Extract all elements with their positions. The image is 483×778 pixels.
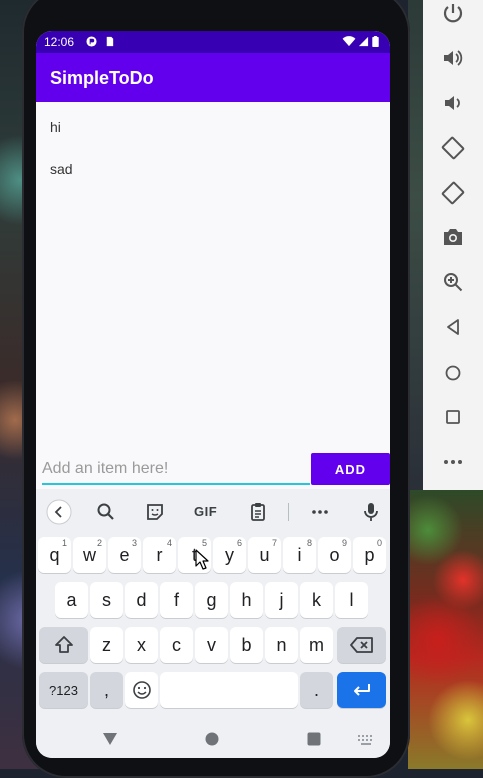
overview-icon[interactable] bbox=[441, 405, 465, 429]
home-circle-icon[interactable] bbox=[205, 732, 219, 746]
app-title: SimpleToDo bbox=[50, 68, 154, 88]
more-options-icon[interactable] bbox=[307, 499, 333, 525]
key-s[interactable]: s bbox=[90, 582, 123, 618]
key-i[interactable]: i8 bbox=[283, 537, 316, 573]
key-n[interactable]: n bbox=[265, 627, 298, 663]
key-e[interactable]: e3 bbox=[108, 537, 141, 573]
key-f[interactable]: f bbox=[160, 582, 193, 618]
new-item-input[interactable] bbox=[42, 457, 302, 481]
emulator-toolbar bbox=[423, 0, 483, 490]
list-item[interactable]: sad bbox=[50, 161, 73, 177]
key-h[interactable]: h bbox=[230, 582, 263, 618]
key-d[interactable]: d bbox=[125, 582, 158, 618]
enter-key[interactable] bbox=[337, 672, 386, 708]
key-b[interactable]: b bbox=[230, 627, 263, 663]
key-x[interactable]: x bbox=[125, 627, 158, 663]
comma-key[interactable]: , bbox=[90, 672, 123, 708]
more-icon[interactable] bbox=[441, 450, 465, 474]
key-g[interactable]: g bbox=[195, 582, 228, 618]
microphone-icon[interactable] bbox=[358, 499, 384, 525]
key-c[interactable]: c bbox=[160, 627, 193, 663]
key-z[interactable]: z bbox=[90, 627, 123, 663]
key-q[interactable]: q1 bbox=[38, 537, 71, 573]
key-p[interactable]: p0 bbox=[353, 537, 386, 573]
back-icon[interactable] bbox=[441, 315, 465, 339]
system-nav-bar bbox=[36, 725, 390, 758]
backspace-key[interactable] bbox=[337, 627, 386, 663]
emoji-icon bbox=[132, 681, 151, 699]
cell-signal-icon bbox=[358, 36, 369, 47]
key-k[interactable]: k bbox=[300, 582, 333, 618]
symbols-key[interactable]: ?123 bbox=[39, 672, 88, 708]
recents-square-icon[interactable] bbox=[307, 732, 321, 746]
keyboard-switch-icon[interactable] bbox=[358, 735, 374, 745]
mouse-cursor-icon bbox=[195, 549, 209, 570]
key-l[interactable]: l bbox=[335, 582, 368, 618]
wifi-icon bbox=[342, 36, 356, 47]
key-u[interactable]: u7 bbox=[248, 537, 281, 573]
search-icon[interactable] bbox=[93, 499, 119, 525]
keyboard-collapse-icon[interactable] bbox=[46, 499, 72, 525]
battery-icon bbox=[372, 36, 379, 47]
key-j[interactable]: j bbox=[265, 582, 298, 618]
gif-button[interactable]: GIF bbox=[194, 504, 217, 519]
list-item[interactable]: hi bbox=[50, 119, 61, 135]
key-v[interactable]: v bbox=[195, 627, 228, 663]
key-w[interactable]: w2 bbox=[73, 537, 106, 573]
soft-keyboard: GIF q1 w2 e3 r4 t5 y6 u7 i8 o9 p0 a s d … bbox=[36, 489, 390, 758]
add-button[interactable]: ADD bbox=[311, 453, 390, 485]
volume-down-icon[interactable] bbox=[441, 91, 465, 115]
new-item-field-wrap bbox=[42, 455, 310, 485]
sd-card-icon bbox=[106, 36, 114, 47]
key-y[interactable]: y6 bbox=[213, 537, 246, 573]
period-key[interactable]: . bbox=[300, 672, 333, 708]
key-r[interactable]: r4 bbox=[143, 537, 176, 573]
back-triangle-icon[interactable] bbox=[102, 732, 118, 746]
shift-key[interactable] bbox=[39, 627, 88, 663]
rotate-left-icon[interactable] bbox=[441, 136, 465, 160]
home-icon[interactable] bbox=[441, 361, 465, 385]
status-bar: 12:06 bbox=[36, 31, 390, 53]
camera-icon[interactable] bbox=[441, 225, 465, 249]
zoom-icon[interactable] bbox=[441, 270, 465, 294]
enter-icon bbox=[353, 684, 370, 696]
desktop-wallpaper-right bbox=[408, 490, 483, 769]
notification-icon bbox=[86, 36, 97, 47]
key-m[interactable]: m bbox=[300, 627, 333, 663]
key-o[interactable]: o9 bbox=[318, 537, 351, 573]
power-icon[interactable] bbox=[441, 2, 465, 26]
key-a[interactable]: a bbox=[55, 582, 88, 618]
sticker-icon[interactable] bbox=[142, 499, 168, 525]
volume-up-icon[interactable] bbox=[441, 46, 465, 70]
app-bar: SimpleToDo bbox=[36, 53, 390, 102]
emoji-key[interactable] bbox=[125, 672, 158, 708]
toolbar-divider bbox=[288, 503, 289, 521]
space-key[interactable] bbox=[160, 672, 298, 708]
phone-screen: 12:06 SimpleToDo hi sad ADD bbox=[36, 31, 390, 758]
status-time: 12:06 bbox=[44, 35, 75, 49]
shift-icon bbox=[54, 636, 73, 653]
backspace-icon bbox=[349, 637, 373, 653]
rotate-right-icon[interactable] bbox=[441, 181, 465, 205]
clipboard-icon[interactable] bbox=[245, 499, 271, 525]
